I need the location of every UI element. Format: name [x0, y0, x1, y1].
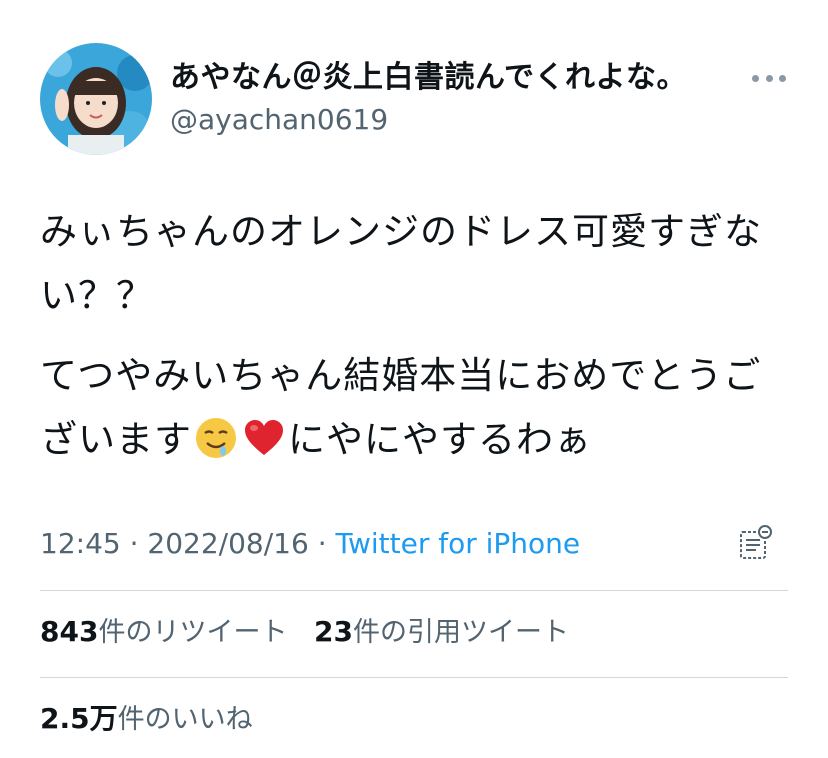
drooling-face-icon [196, 418, 236, 458]
engagement-stats: 843件のリツイート 23件の引用ツイート [40, 612, 587, 653]
retweets-stat[interactable]: 843件のリツイート [40, 612, 287, 653]
tweet-paragraph-1: みぃちゃんのオレンジのドレス可愛すぎない？？ [40, 210, 762, 317]
tweet-text-part: にやにやするわぁ [288, 418, 592, 461]
author-display-name[interactable]: あやなん＠炎上白書読んでくれよな。 [170, 58, 687, 98]
quotes-stat[interactable]: 23件の引用ツイート [314, 612, 569, 653]
retweets-count: 843 [40, 615, 99, 648]
likes-label: 件のいいね [117, 704, 253, 735]
tweet-time[interactable]: 12:45 [40, 527, 121, 560]
retweets-label: 件のリツイート [98, 617, 288, 648]
quotes-count: 23 [314, 615, 354, 648]
tweet-meta: 12:45 · 2022/08/16 · Twitter for iPhone [40, 524, 580, 564]
meta-separator: · [308, 527, 336, 560]
red-heart-icon [245, 420, 283, 455]
likes-stat[interactable]: 2.5万件のいいね [40, 699, 253, 740]
tweet-text: みぃちゃんのオレンジのドレス可愛すぎない？？ てつやみいちゃん結婚本当におめでと… [40, 200, 788, 488]
more-dot [752, 74, 759, 82]
avatar[interactable] [40, 43, 152, 155]
author-handle[interactable]: @ayachan0619 [170, 101, 388, 139]
more-dot [765, 74, 773, 82]
tweet-source-link[interactable]: Twitter for iPhone [336, 527, 581, 560]
divider [40, 590, 788, 591]
meta-separator: · [120, 527, 148, 560]
likes-count: 2.5万 [40, 702, 118, 735]
quotes-label: 件の引用ツイート [353, 617, 570, 648]
tweet-date[interactable]: 2022/08/16 [147, 527, 308, 560]
more-icon[interactable] [752, 68, 786, 88]
divider [40, 677, 788, 678]
analytics-icon[interactable] [738, 524, 774, 562]
more-dot [779, 74, 786, 82]
avatar-image [40, 43, 152, 155]
tweet-paragraph-2: てつやみいちゃん結婚本当におめでとうございます にやにやするわぁ [40, 344, 788, 472]
